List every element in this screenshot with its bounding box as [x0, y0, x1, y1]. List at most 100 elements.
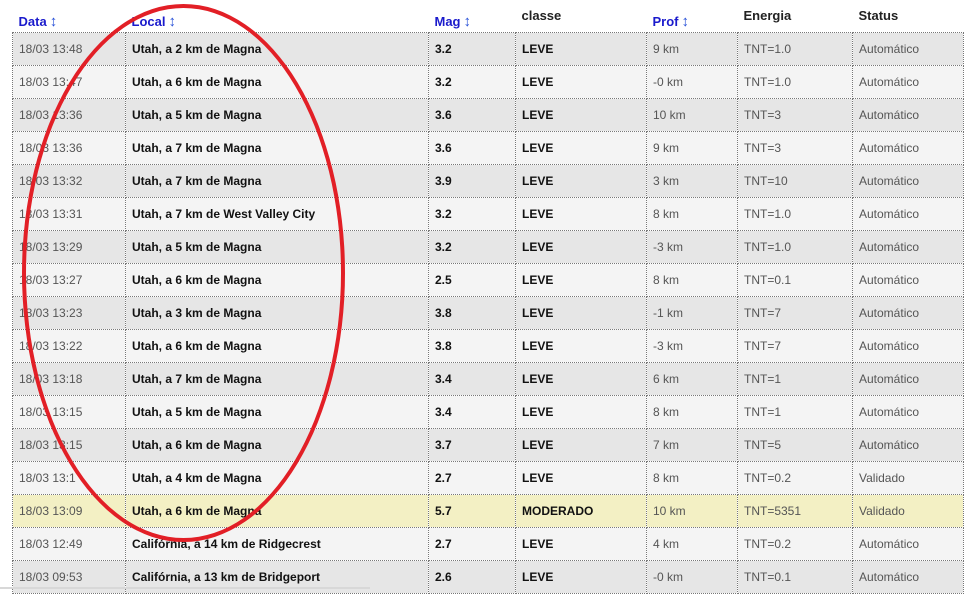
cell-data: 18/03 12:49	[12, 527, 126, 561]
table-row[interactable]: 18/03 13:09 Utah, a 6 km de Magna 5.7 MODER…	[12, 494, 964, 528]
cell-status: Validado	[852, 494, 964, 528]
header-status-label: Status	[858, 7, 899, 23]
header-prof[interactable]: Prof ↕	[647, 0, 738, 33]
header-prof-label: Prof	[652, 14, 679, 29]
cell-local: Utah, a 5 km de Magna	[125, 395, 429, 429]
cell-energia: TNT=0.2	[737, 461, 853, 495]
cell-mag: 2.7	[428, 461, 516, 495]
cell-data: 18/03 13:23	[12, 296, 126, 330]
table-row[interactable]: 18/03 13:18 Utah, a 7 km de Magna 3.4 LEVE 6…	[12, 362, 964, 396]
cell-classe: LEVE	[515, 197, 647, 231]
table-row[interactable]: 18/03 13:36 Utah, a 5 km de Magna 3.6 LEVE 1…	[12, 98, 964, 132]
cell-prof: 9 km	[646, 131, 738, 165]
cell-energia: TNT=3	[737, 98, 853, 132]
cell-status: Automático	[852, 230, 964, 264]
table-row[interactable]: 18/03 13:36 Utah, a 7 km de Magna 3.6 LEVE 9…	[12, 131, 964, 165]
cell-data: 18/03 13:1	[12, 461, 126, 495]
cell-energia: TNT=1	[737, 362, 853, 396]
cell-status: Automático	[852, 131, 964, 165]
cell-classe: LEVE	[515, 164, 647, 198]
cell-energia: TNT=1	[737, 395, 853, 429]
table-row[interactable]: 18/03 13:48 Utah, a 2 km de Magna 3.2 LEVE 9…	[12, 32, 964, 66]
cell-classe: LEVE	[515, 98, 647, 132]
header-mag[interactable]: Mag ↕	[429, 0, 516, 33]
cell-status: Automático	[852, 329, 964, 363]
cell-prof: 7 km	[646, 428, 738, 462]
table-row[interactable]: 18/03 13:31 Utah, a 7 km de West Valley C…	[12, 197, 964, 231]
table-row[interactable]: 18/03 13:15 Utah, a 6 km de Magna 3.7 LEVE 7…	[12, 428, 964, 462]
header-local[interactable]: Local ↕	[126, 0, 429, 33]
cell-energia: TNT=1.0	[737, 65, 853, 99]
cell-mag: 3.2	[428, 32, 516, 66]
cell-classe: LEVE	[515, 263, 647, 297]
cell-classe: LEVE	[515, 527, 647, 561]
header-classe-label: classe	[521, 7, 562, 23]
cell-mag: 2.7	[428, 527, 516, 561]
earthquake-table: Data ↕ Local ↕ Mag ↕ classe Prof ↕ Energia S…	[12, 0, 964, 594]
table-row[interactable]: 18/03 13:47 Utah, a 6 km de Magna 3.2 LEVE -…	[12, 65, 964, 99]
cell-energia: TNT=10	[737, 164, 853, 198]
cell-prof: 8 km	[646, 197, 738, 231]
header-data[interactable]: Data ↕	[13, 0, 126, 33]
cell-energia: TNT=5351	[737, 494, 853, 528]
cell-status: Automático	[852, 395, 964, 429]
sort-arrows-icon[interactable]: ↕	[168, 13, 176, 30]
cell-classe: LEVE	[515, 131, 647, 165]
cell-local: Utah, a 5 km de Magna	[125, 230, 429, 264]
cell-prof: -3 km	[646, 230, 738, 264]
table-row[interactable]: 18/03 13:27 Utah, a 6 km de Magna 2.5 LEVE 8…	[12, 263, 964, 297]
cell-classe: MODERADO	[515, 494, 647, 528]
header-mag-label: Mag	[434, 14, 461, 29]
cell-data: 18/03 13:36	[12, 98, 126, 132]
cell-data: 18/03 13:47	[12, 65, 126, 99]
header-energia: Energia	[738, 0, 853, 33]
cell-mag: 3.4	[428, 362, 516, 396]
cell-energia: TNT=1.0	[737, 230, 853, 264]
cell-energia: TNT=7	[737, 329, 853, 363]
table-row[interactable]: 18/03 13:15 Utah, a 5 km de Magna 3.4 LEVE 8…	[12, 395, 964, 429]
sort-arrows-icon[interactable]: ↕	[50, 13, 58, 30]
cell-status: Automático	[852, 527, 964, 561]
cell-classe: LEVE	[515, 428, 647, 462]
cell-data: 18/03 13:15	[12, 395, 126, 429]
cell-status: Automático	[852, 263, 964, 297]
cell-local: Utah, a 5 km de Magna	[125, 98, 429, 132]
cell-status: Automático	[852, 197, 964, 231]
cell-mag: 3.4	[428, 395, 516, 429]
cell-status: Automático	[852, 32, 964, 66]
cell-mag: 3.2	[428, 230, 516, 264]
table-row[interactable]: 18/03 13:1 Utah, a 4 km de Magna 2.7 LEVE 8 …	[12, 461, 964, 495]
cell-prof: 10 km	[646, 494, 738, 528]
cell-mag: 3.2	[428, 65, 516, 99]
cell-mag: 3.6	[428, 98, 516, 132]
table-row[interactable]: 18/03 12:49 Califórnia, a 14 km de Ridgec…	[12, 527, 964, 561]
cell-local: Utah, a 7 km de Magna	[125, 362, 429, 396]
table-row[interactable]: 18/03 13:32 Utah, a 7 km de Magna 3.9 LEVE 3…	[12, 164, 964, 198]
header-local-label: Local	[131, 14, 166, 29]
cell-prof: 8 km	[646, 395, 738, 429]
cell-status: Automático	[852, 98, 964, 132]
cell-prof: 4 km	[646, 527, 738, 561]
cell-local: Utah, a 6 km de Magna	[125, 263, 429, 297]
cell-energia: TNT=7	[737, 296, 853, 330]
cell-mag: 3.9	[428, 164, 516, 198]
cell-mag: 5.7	[428, 494, 516, 528]
cell-mag: 2.5	[428, 263, 516, 297]
cell-prof: 8 km	[646, 461, 738, 495]
cell-local: Califórnia, a 14 km de Ridgecrest	[125, 527, 429, 561]
cell-local: Utah, a 7 km de West Valley City	[125, 197, 429, 231]
cell-local: Utah, a 6 km de Magna	[125, 329, 429, 363]
cell-prof: 10 km	[646, 98, 738, 132]
cell-classe: LEVE	[515, 362, 647, 396]
sort-arrows-icon[interactable]: ↕	[682, 13, 690, 30]
cell-local: Utah, a 6 km de Magna	[125, 494, 429, 528]
cell-classe: LEVE	[515, 32, 647, 66]
cell-local: Utah, a 6 km de Magna	[125, 65, 429, 99]
table-row[interactable]: 18/03 13:23 Utah, a 3 km de Magna 3.8 LEVE -…	[12, 296, 964, 330]
sort-arrows-icon[interactable]: ↕	[464, 13, 472, 30]
cell-local: Utah, a 6 km de Magna	[125, 428, 429, 462]
table-row[interactable]: 18/03 13:29 Utah, a 5 km de Magna 3.2 LEVE -…	[12, 230, 964, 264]
cell-data: 18/03 13:09	[12, 494, 126, 528]
table-row[interactable]: 18/03 13:22 Utah, a 6 km de Magna 3.8 LEVE -…	[12, 329, 964, 363]
cell-prof: -1 km	[646, 296, 738, 330]
